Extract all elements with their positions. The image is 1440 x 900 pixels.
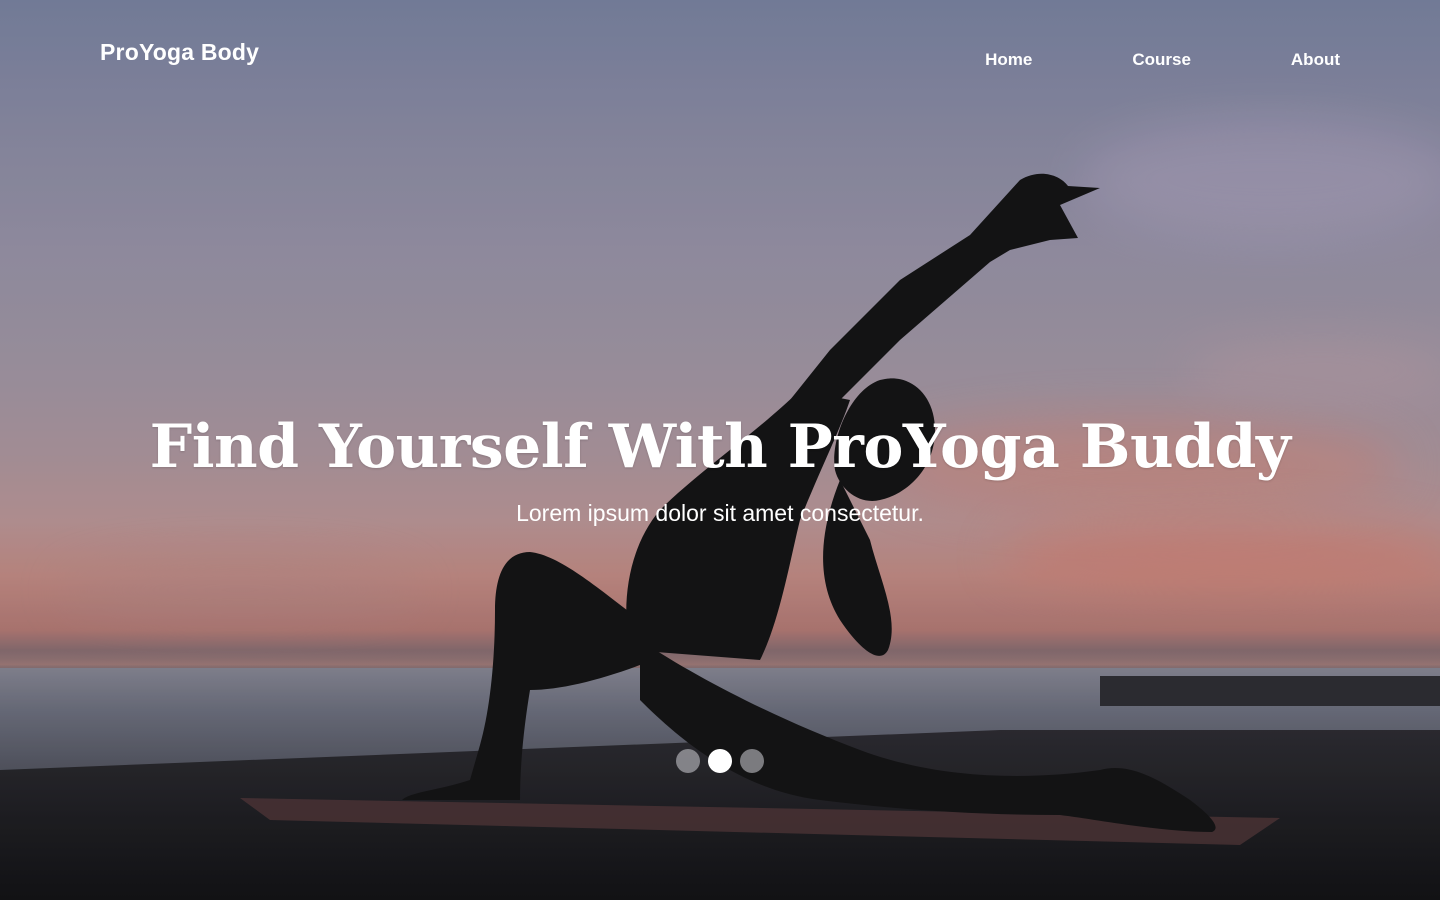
- carousel-dot-1[interactable]: [676, 749, 700, 773]
- hero-subtitle: Lorem ipsum dolor sit amet consectetur.: [516, 500, 924, 526]
- nav-link-course[interactable]: Course: [1132, 50, 1191, 70]
- hero-title: Find Yourself With ProYoga Buddy: [149, 412, 1291, 482]
- carousel-indicators: [676, 749, 764, 773]
- nav-link-home[interactable]: Home: [985, 50, 1032, 70]
- brand-logo[interactable]: ProYoga Body: [100, 39, 259, 66]
- main-nav: Home Course About: [985, 50, 1340, 70]
- nav-link-about[interactable]: About: [1291, 50, 1340, 70]
- hero-section: ProYoga Body Home Course About Find Your…: [0, 0, 1440, 900]
- carousel-dot-2[interactable]: [708, 749, 732, 773]
- carousel-dot-3[interactable]: [740, 749, 764, 773]
